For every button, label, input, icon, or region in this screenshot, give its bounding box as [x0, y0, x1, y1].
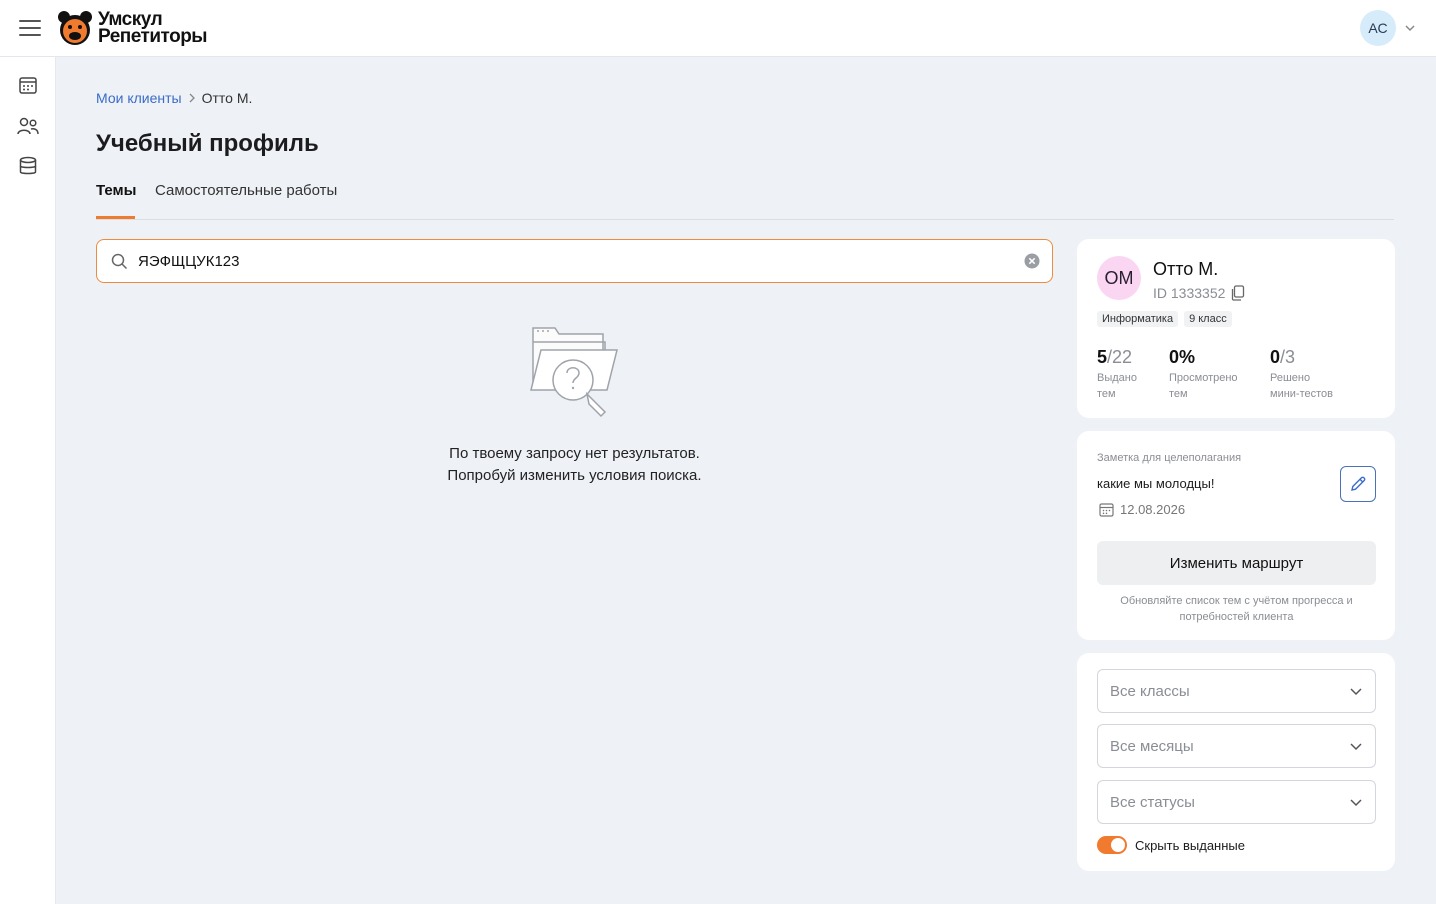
stat-viewed-num: 0% — [1169, 347, 1196, 367]
calendar-icon — [19, 77, 37, 94]
stat-viewed-label2: тем — [1169, 388, 1188, 400]
sidebar-item-clients[interactable] — [16, 114, 40, 138]
brand-logo[interactable]: Умскул Репетиторы — [56, 9, 208, 47]
stat-issued-label2: тем — [1097, 388, 1116, 400]
note-date-text: 12.08.2026 — [1120, 502, 1186, 517]
note-date: 12.08.2026 — [1099, 502, 1185, 517]
search-input[interactable] — [138, 252, 998, 270]
pencil-icon — [1351, 476, 1366, 491]
stat-tests-den: /3 — [1280, 347, 1296, 367]
client-name: Отто М. — [1153, 259, 1219, 279]
stat-tests: 0/3 Решено мини-тестов — [1270, 347, 1333, 402]
empty-message-line1: По твоему запросу нет результатов. — [449, 445, 700, 462]
chevron-down-icon — [1350, 799, 1362, 807]
menu-icon[interactable] — [19, 18, 41, 38]
edit-note-button[interactable] — [1340, 466, 1376, 502]
calendar-icon — [1099, 503, 1114, 517]
stat-tests-label2: мини-тестов — [1270, 388, 1333, 400]
user-avatar: АС — [1360, 10, 1396, 46]
change-route-button[interactable]: Изменить маршрут — [1097, 541, 1376, 585]
hide-issued-row: Скрыть выданные — [1097, 836, 1245, 854]
client-avatar: ОМ — [1097, 256, 1141, 300]
chevron-down-icon — [1350, 688, 1362, 696]
copy-icon[interactable] — [1231, 285, 1245, 301]
sidebar-item-calendar[interactable] — [16, 73, 40, 97]
breadcrumb-my-clients-link[interactable]: Мои клиенты — [96, 90, 182, 106]
filters-card: Все классы Все месяцы Все статусы Скрыть… — [1077, 653, 1395, 871]
tab-independent-works[interactable]: Самостоятельные работы — [155, 182, 337, 219]
users-icon — [17, 117, 39, 135]
classes-select-value: Все классы — [1110, 682, 1190, 700]
chevron-down-icon — [1405, 25, 1415, 32]
goal-note-card: Заметка для целеполагания какие мы молод… — [1077, 431, 1395, 640]
note-label: Заметка для целеполагания — [1097, 452, 1242, 464]
stat-issued-den: /22 — [1107, 347, 1133, 367]
profile-tabs: Темы Самостоятельные работы — [96, 182, 1394, 220]
hide-issued-toggle[interactable] — [1097, 836, 1127, 854]
database-icon — [19, 156, 37, 175]
note-text: какие мы молодцы! — [1097, 476, 1215, 491]
months-select[interactable]: Все месяцы — [1097, 724, 1376, 768]
stat-tests-num: 0 — [1270, 347, 1281, 367]
breadcrumb-current: Отто М. — [201, 90, 253, 106]
client-tags: Информатика 9 класс — [1097, 311, 1232, 327]
search-icon — [111, 253, 128, 269]
top-header: Умскул Репетиторы АС — [0, 0, 1436, 57]
stat-viewed: 0% Просмотрено тем — [1169, 347, 1238, 402]
user-menu[interactable]: АС — [1360, 10, 1416, 46]
months-select-value: Все месяцы — [1110, 737, 1194, 755]
topic-search — [96, 239, 1053, 283]
chevron-down-icon — [1350, 743, 1362, 751]
stat-issued-label1: Выдано — [1097, 372, 1137, 384]
chevron-right-icon — [189, 93, 195, 103]
tag-subject: Информатика — [1097, 311, 1179, 327]
empty-message-line2: Попробуй изменить условия поиска. — [447, 467, 702, 484]
clear-search-icon[interactable] — [1024, 253, 1040, 269]
left-sidebar — [0, 57, 56, 904]
bear-logo-icon — [58, 11, 92, 45]
empty-state: По твоему запросу нет результатов. Попро… — [96, 320, 1053, 487]
page-title: Учебный профиль — [96, 130, 319, 157]
route-hint: Обновляйте список тем с учётом прогресса… — [1120, 595, 1353, 623]
tag-grade: 9 класс — [1184, 311, 1232, 327]
folder-search-icon — [529, 327, 618, 418]
statuses-select[interactable]: Все статусы — [1097, 780, 1376, 824]
tab-topics[interactable]: Темы — [96, 182, 136, 219]
client-id: ID 1333352 — [1153, 285, 1245, 301]
stat-viewed-label1: Просмотрено — [1169, 372, 1238, 384]
classes-select[interactable]: Все классы — [1097, 669, 1376, 713]
breadcrumb: Мои клиенты Отто М. — [96, 90, 252, 106]
client-id-text: ID 1333352 — [1153, 285, 1226, 301]
sidebar-item-database[interactable] — [16, 154, 40, 178]
stat-issued-num: 5 — [1097, 347, 1108, 367]
hide-issued-label: Скрыть выданные — [1135, 837, 1245, 853]
statuses-select-value: Все статусы — [1110, 793, 1195, 811]
brand-line2: Репетиторы — [98, 26, 208, 47]
stat-tests-label1: Решено — [1270, 372, 1311, 384]
stat-issued: 5/22 Выдано тем — [1097, 347, 1137, 402]
client-card: ОМ Отто М. ID 1333352 Информатика 9 клас… — [1077, 239, 1395, 418]
